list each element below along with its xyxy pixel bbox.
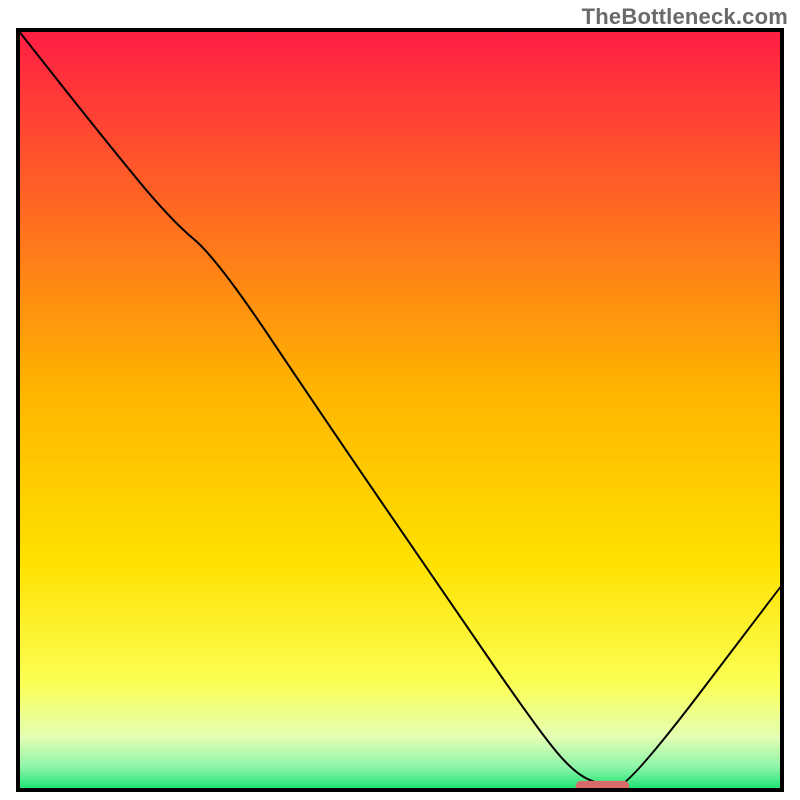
watermark-text: TheBottleneck.com <box>582 4 788 30</box>
chart-svg <box>0 0 800 800</box>
bottleneck-chart: TheBottleneck.com <box>0 0 800 800</box>
gradient-background <box>18 30 782 790</box>
